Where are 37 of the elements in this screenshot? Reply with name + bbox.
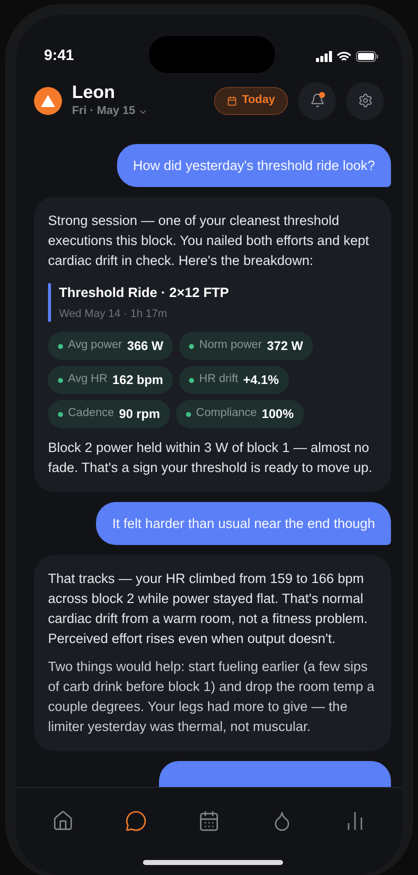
metric-label: Compliance — [196, 408, 257, 420]
message-text: Two things would help: start fueling earlier (a few sips of carb drink before block 1) and drop the room temp a couple degrees. Your legs had more to give — the limiter yesterday was thermal, not muscular. — [48, 658, 376, 736]
message-text: That tracks — your HR climbed from 159 to 166 bpm across block 2 while power stayed flat. That's normal cardiac drift from a warm room, not a fitness problem. Perceived effort rises even when output doesn't. — [48, 570, 369, 648]
signal-icon — [316, 51, 332, 62]
notifications-button[interactable] — [298, 82, 336, 120]
metric-value: +4.1% — [243, 374, 279, 386]
user-message: It felt harder than usual near the end though — [96, 502, 391, 545]
accent-bar — [48, 283, 51, 322]
metric-label: Norm power — [199, 340, 262, 352]
battery-icon — [356, 51, 378, 62]
metric-label: Avg HR — [68, 374, 108, 386]
metric-value: 100% — [262, 408, 294, 420]
status-time: 9:41 — [44, 46, 74, 66]
metric-label: Cadence — [68, 408, 114, 420]
chat-bubble-icon — [124, 810, 147, 832]
calendar-icon — [198, 810, 220, 832]
settings-button[interactable] — [346, 82, 384, 120]
today-button[interactable]: Today — [214, 86, 288, 115]
metric-label: HR drift — [199, 374, 238, 386]
metric-label: Avg power — [68, 340, 122, 352]
metric-value: 90 rpm — [119, 408, 160, 420]
metric-value: 366 W — [127, 340, 164, 352]
workout-title: Threshold Ride · 2×12 FTP — [59, 284, 229, 302]
message-text: Block 2 power held within 3 W of block 1 — almost no fade. That's a sign your threshold is ready to move up. — [48, 439, 374, 477]
user-message: How did yesterday's threshold ride look? — [117, 144, 391, 188]
message-text: Strong session — one of your cleanest threshold executions this block. You nailed both efforts and kept cardiac drift in check. Here's the breakdown: — [48, 212, 370, 270]
calendar-icon — [226, 96, 237, 106]
settings-icon — [358, 93, 372, 108]
app-logo-icon — [34, 86, 62, 115]
wifi-icon — [337, 51, 351, 62]
metric-value: 372 W — [266, 340, 304, 352]
home-icon — [52, 810, 74, 832]
workout-subtitle: Wed May 14 · 1h 17m — [59, 306, 168, 322]
date-selector[interactable]: Fri · May 15 — [72, 103, 148, 120]
bell-icon — [310, 93, 324, 108]
user-name: Leon — [72, 81, 116, 103]
metric-value: 162 bpm — [112, 374, 164, 386]
